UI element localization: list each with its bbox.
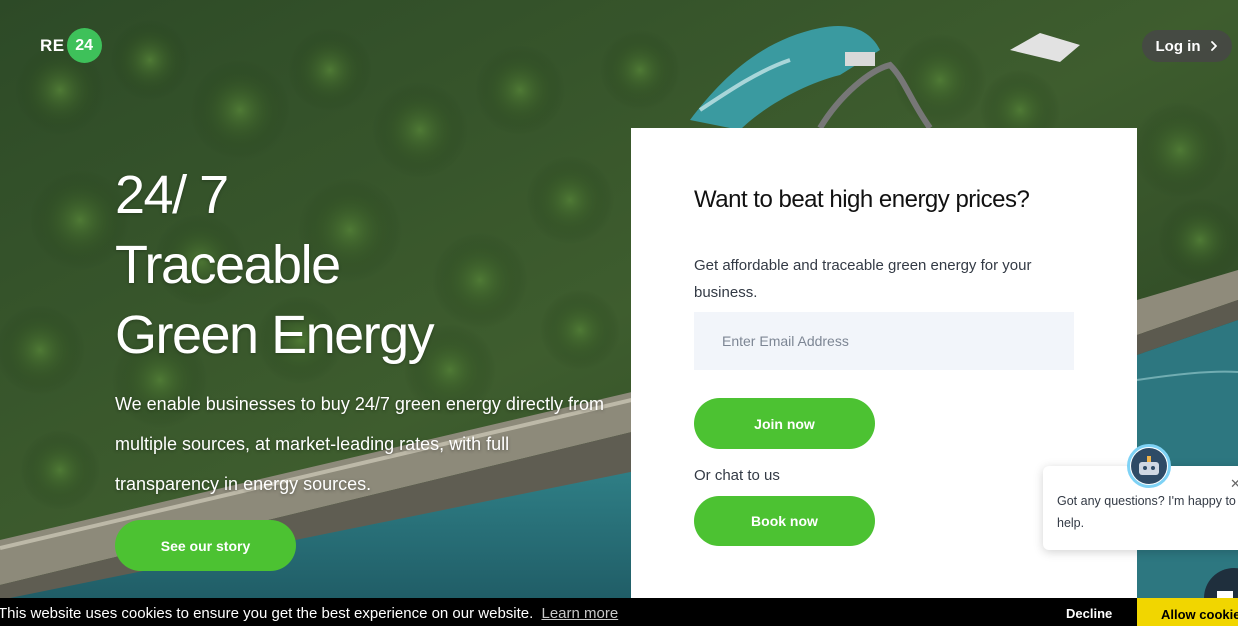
chat-prompt-label: Or chat to us: [694, 467, 780, 484]
cookie-learn-more-link[interactable]: Learn more: [541, 605, 618, 622]
hero-title: 24/ 7 Traceable Green Energy: [115, 160, 605, 370]
signup-subtitle: Get affordable and traceable green energ…: [694, 257, 1032, 301]
chat-bot-icon[interactable]: [1127, 444, 1171, 488]
see-our-story-button[interactable]: See our story: [115, 520, 296, 571]
chevron-right-icon: [1210, 41, 1217, 51]
join-now-button[interactable]: Join now: [694, 398, 875, 449]
hero-description: We enable businesses to buy 24/7 green e…: [115, 394, 604, 494]
cookie-allow-button[interactable]: Allow cookies: [1137, 598, 1238, 626]
cookie-message-row: This website uses cookies to ensure you …: [0, 605, 618, 622]
hero-section: 24/ 7 Traceable Green Energy We enable b…: [115, 160, 605, 504]
hero-title-line-2: Traceable: [115, 235, 341, 295]
chat-bot-avatar-graphic: [1131, 448, 1167, 484]
cookie-consent-bar: This website uses cookies to ensure you …: [0, 598, 1238, 626]
logo-badge: 24: [66, 28, 102, 63]
login-label: Log in: [1155, 37, 1201, 55]
login-button[interactable]: Log in: [1142, 30, 1232, 62]
hero-title-line-3: Green Energy: [115, 305, 435, 365]
re24-logo[interactable]: RE 24: [40, 28, 102, 63]
chat-popup-message: Got any questions? I'm happy to help.: [1057, 494, 1236, 530]
page: RE 24 Log in 24/ 7 Traceable Green Energ…: [0, 0, 1238, 626]
cookie-message: This website uses cookies to ensure you …: [0, 605, 534, 622]
cookie-decline-button[interactable]: Decline: [1066, 606, 1112, 621]
book-now-button[interactable]: Book now: [694, 496, 875, 546]
email-input[interactable]: [694, 312, 1074, 370]
logo-text: RE: [40, 35, 65, 55]
signup-title: Want to beat high energy prices?: [694, 186, 1030, 213]
hero-title-line-1: 24/ 7: [115, 165, 229, 225]
